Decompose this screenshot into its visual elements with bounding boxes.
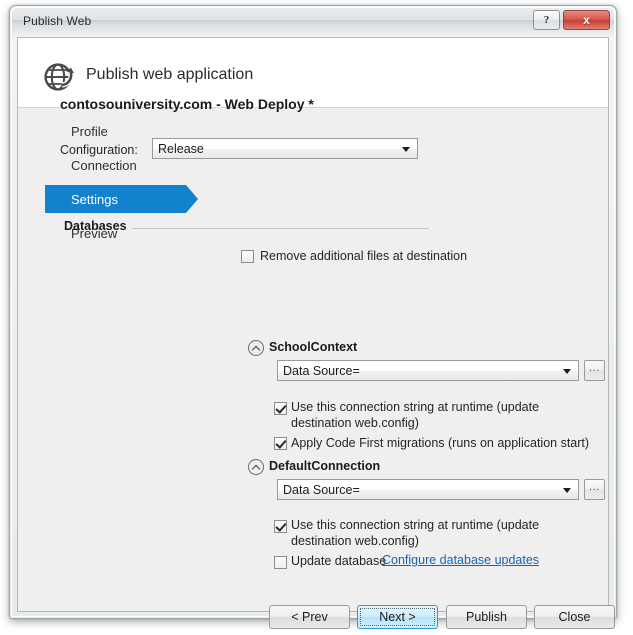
dialog-client-area: Publish web application Profile Connecti…: [17, 37, 615, 629]
defaultconnection-use-connection-string-checkbox[interactable]: [274, 520, 287, 533]
remove-additional-files-label: Remove additional files at destination: [260, 249, 468, 263]
configuration-label: Configuration:: [60, 143, 138, 157]
schoolcontext-label: SchoolContext: [269, 340, 358, 354]
close-dialog-button[interactable]: Close: [534, 605, 615, 629]
header-title: Publish web application: [86, 66, 254, 83]
schoolcontext-code-first-migrations-label: Apply Code First migrations (runs on app…: [291, 436, 590, 450]
next-button[interactable]: Next >: [357, 605, 438, 629]
sidebar-item-settings[interactable]: Settings: [45, 185, 186, 213]
prev-button[interactable]: < Prev: [269, 605, 350, 629]
publish-web-dialog: Publish Web ? x Publish web application …: [9, 5, 617, 629]
remove-additional-files-checkbox[interactable]: [241, 250, 254, 263]
wizard-sidebar: Profile Connection Settings Preview: [18, 109, 198, 612]
defaultconnection-connection-value: Data Source=: [283, 482, 360, 497]
configuration-value: Release: [158, 141, 204, 156]
schoolcontext-connection-value: Data Source=: [283, 363, 360, 378]
page-title: contosouniversity.com - Web Deploy *: [60, 96, 314, 112]
configure-database-updates-link[interactable]: Configure database updates: [382, 553, 539, 567]
help-button[interactable]: ?: [533, 10, 560, 30]
defaultconnection-use-connection-string-label: Use this connection string at runtime (u…: [291, 518, 540, 548]
chevron-up-icon-schoolcontext[interactable]: [248, 340, 264, 356]
chevron-down-icon: [402, 147, 410, 152]
publish-button[interactable]: Publish: [446, 605, 527, 629]
schoolcontext-use-connection-string-label: Use this connection string at runtime (u…: [291, 400, 540, 430]
defaultconnection-label: DefaultConnection: [269, 459, 381, 473]
globe-publish-icon: [44, 63, 74, 91]
defaultconnection-connection-select[interactable]: Data Source=: [277, 479, 579, 500]
chevron-up-icon-defaultconnection[interactable]: [248, 459, 264, 475]
databases-group-label: Databases: [64, 219, 127, 233]
configuration-select[interactable]: Release: [152, 138, 418, 159]
chevron-down-icon: [563, 369, 571, 374]
databases-group-divider: [132, 228, 429, 229]
close-window-button[interactable]: x: [563, 10, 610, 30]
update-database-label: Update database: [291, 554, 387, 568]
window-title: Publish Web: [23, 14, 92, 28]
schoolcontext-connection-select[interactable]: Data Source=: [277, 360, 579, 381]
schoolcontext-browse-button[interactable]: ...: [584, 360, 605, 381]
schoolcontext-use-connection-string-checkbox[interactable]: [274, 402, 287, 415]
update-database-checkbox[interactable]: [274, 556, 287, 569]
title-bar: Publish Web ? x: [12, 8, 614, 36]
defaultconnection-browse-button[interactable]: ...: [584, 479, 605, 500]
chevron-down-icon: [563, 488, 571, 493]
schoolcontext-code-first-migrations-checkbox[interactable]: [274, 437, 287, 450]
